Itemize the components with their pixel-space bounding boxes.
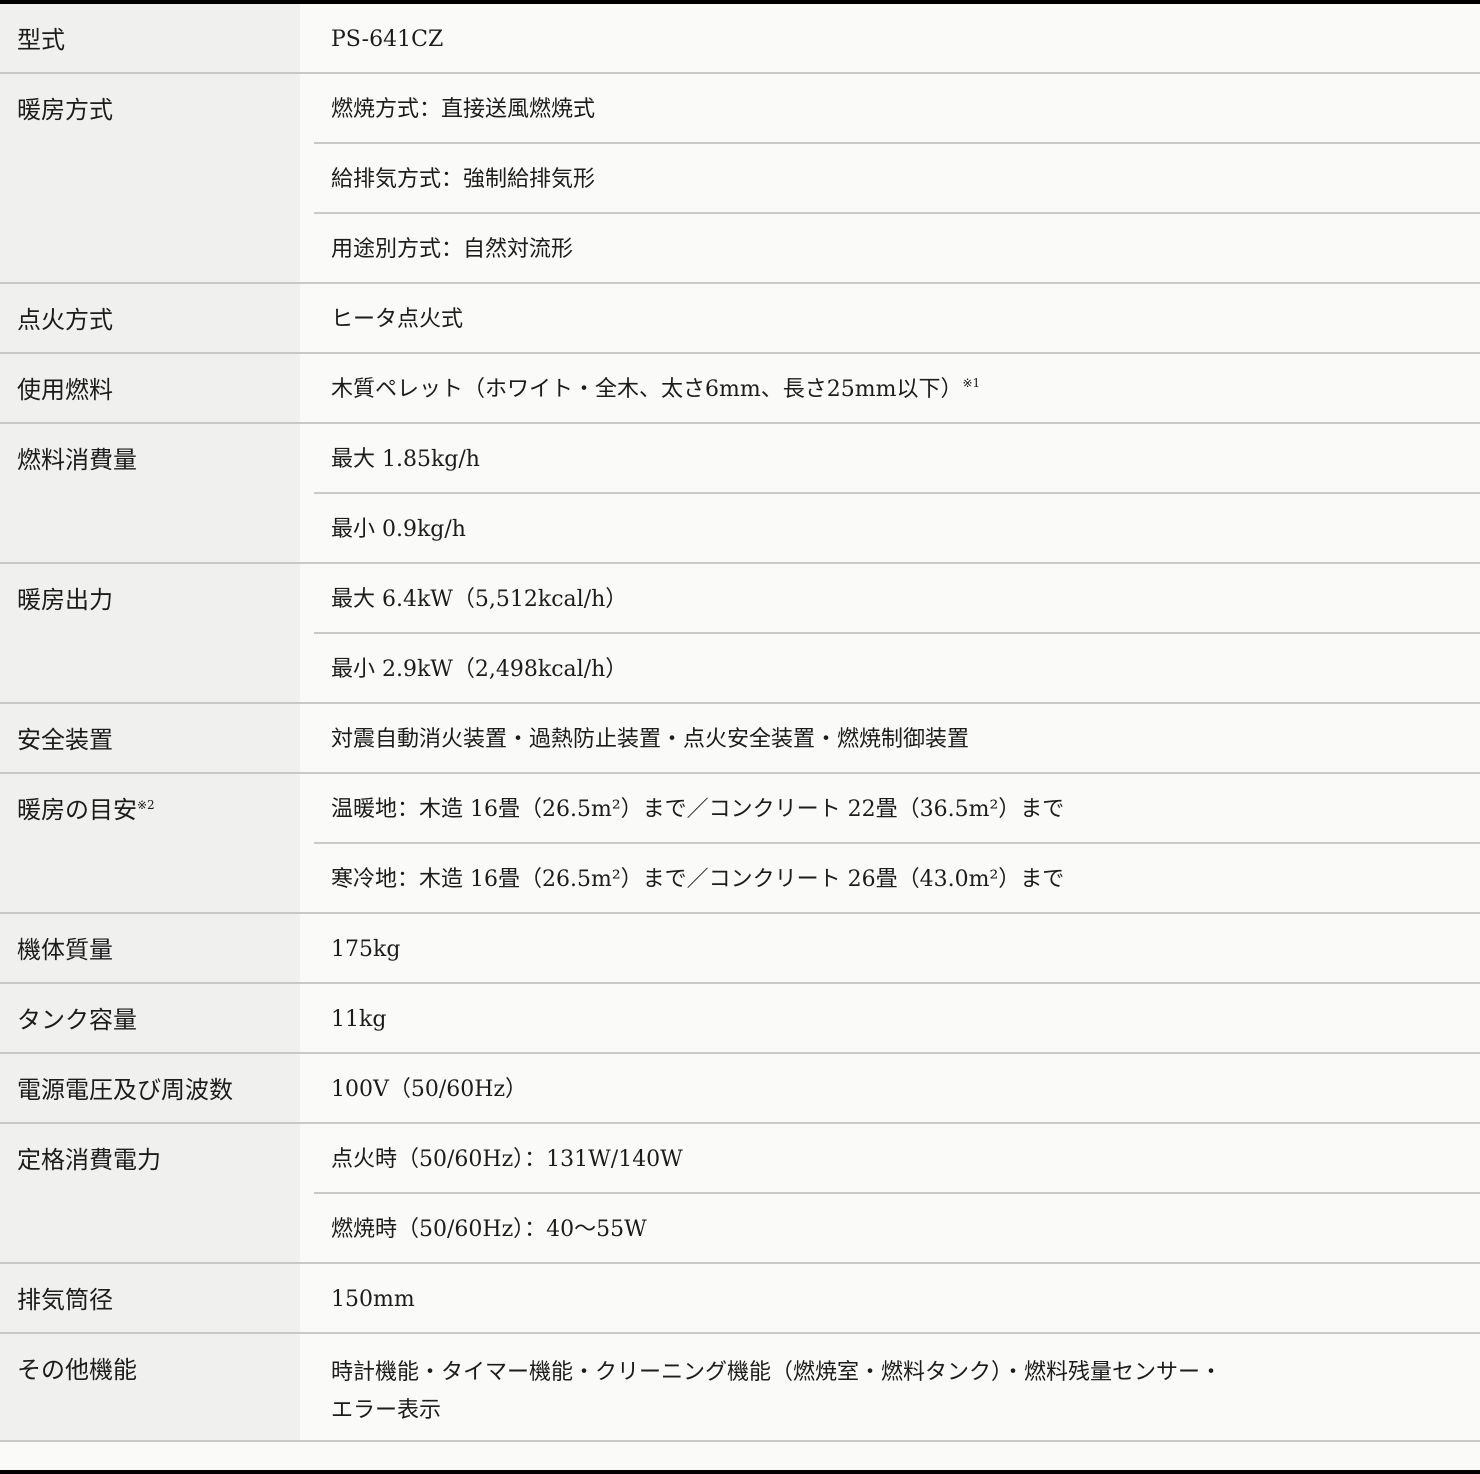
- spec-row-ignition: 点火方式 ヒータ点火式: [0, 283, 1480, 354]
- spec-label: 暖房の目安: [17, 796, 137, 824]
- spec-value-line: エラー表示: [331, 1398, 442, 1423]
- spec-row-heating-output: 暖房出力 最大 6.4kW（5,512kcal/h） 最小 2.9kW（2,49…: [0, 563, 1480, 704]
- spec-label: その他機能: [0, 1333, 300, 1442]
- spec-value: 寒冷地：木造 16畳（26.5m²）まで／コンクリート 26畳（43.0m²）ま…: [331, 867, 1065, 892]
- spec-value: 11kg: [331, 1007, 387, 1032]
- spec-value: 175kg: [331, 937, 401, 962]
- spec-value: 燃焼方式：直接送風燃焼式: [314, 74, 1480, 144]
- spec-row-model: 型式 PS-641CZ: [0, 4, 1480, 74]
- spec-value: 給排気方式：強制給排気形: [314, 144, 1480, 214]
- spec-value: 最小 2.9kW（2,498kcal/h）: [331, 657, 628, 682]
- spec-value: 木質ペレット（ホワイト・全木、太さ6mm、長さ25mm以下）: [331, 377, 963, 402]
- spec-value: 100V（50/60Hz）: [331, 1077, 528, 1102]
- spec-value: 点火時（50/60Hz）：131W/140W: [314, 1124, 1480, 1194]
- spec-row-safety: 安全装置 対震自動消火装置・過熱防止装置・点火安全装置・燃焼制御装置: [0, 703, 1480, 774]
- spec-value-wrap: 木質ペレット（ホワイト・全木、太さ6mm、長さ25mm以下）※1: [314, 354, 1480, 422]
- spec-row-heating-guide: 暖房の目安※2 温暖地：木造 16畳（26.5m²）まで／コンクリート 22畳（…: [0, 773, 1480, 914]
- spec-row-fuel: 使用燃料 木質ペレット（ホワイト・全木、太さ6mm、長さ25mm以下）※1: [0, 353, 1480, 424]
- spec-value: 150mm: [331, 1287, 415, 1312]
- spec-value: 温暖地：木造 16畳（26.5m²）まで／コンクリート 22畳（36.5m²）ま…: [314, 774, 1480, 844]
- spec-row-other-functions: その他機能 時計機能・タイマー機能・クリーニング機能（燃焼室・燃料タンク）・燃料…: [0, 1333, 1480, 1442]
- spec-value: PS-641CZ: [331, 27, 444, 52]
- spec-row-flue: 排気筒径 150mm: [0, 1263, 1480, 1334]
- spec-row-power-supply: 電源電圧及び周波数 100V（50/60Hz）: [0, 1053, 1480, 1124]
- spec-value: ヒータ点火式: [331, 307, 464, 332]
- spec-row-power-consumption: 定格消費電力 点火時（50/60Hz）：131W/140W 燃焼時（50/60H…: [0, 1123, 1480, 1264]
- spec-label: 電源電圧及び周波数: [0, 1053, 300, 1124]
- spec-row-weight: 機体質量 175kg: [0, 913, 1480, 984]
- spec-value: 対震自動消火装置・過熱防止装置・点火安全装置・燃焼制御装置: [331, 727, 970, 752]
- spec-label: タンク容量: [0, 983, 300, 1054]
- spec-label: 安全装置: [0, 703, 300, 774]
- spec-label-wrap: 暖房の目安※2: [0, 773, 300, 914]
- spec-label: 排気筒径: [0, 1263, 300, 1334]
- spec-value: 最大 6.4kW（5,512kcal/h）: [314, 564, 1480, 634]
- spec-row-heating-method: 暖房方式 燃焼方式：直接送風燃焼式 給排気方式：強制給排気形 用途別方式：自然対…: [0, 73, 1480, 284]
- spec-label: 使用燃料: [0, 353, 300, 424]
- spec-label: 機体質量: [0, 913, 300, 984]
- spec-value: 最小 0.9kg/h: [331, 517, 466, 542]
- spec-value: 最大 1.85kg/h: [314, 424, 1480, 494]
- spec-value: 用途別方式：自然対流形: [331, 237, 574, 262]
- spec-value: 燃焼時（50/60Hz）：40〜55W: [331, 1217, 647, 1242]
- spec-table-frame: 型式 PS-641CZ 暖房方式 燃焼方式：直接送風燃焼式 給排気方式：強制給排…: [0, 0, 1480, 1474]
- footnote-mark: ※2: [137, 798, 155, 812]
- spec-value-multiline: 時計機能・タイマー機能・クリーニング機能（燃焼室・燃料タンク）・燃料残量センサー…: [314, 1334, 1480, 1440]
- spec-row-tank: タンク容量 11kg: [0, 983, 1480, 1054]
- spec-label: 暖房出力: [0, 563, 300, 704]
- spec-label: 定格消費電力: [0, 1123, 300, 1264]
- spec-label: 点火方式: [0, 283, 300, 354]
- spec-label: 型式: [0, 4, 300, 74]
- spec-value-line: 時計機能・タイマー機能・クリーニング機能（燃焼室・燃料タンク）・燃料残量センサー…: [331, 1360, 1223, 1385]
- spec-table: 型式 PS-641CZ 暖房方式 燃焼方式：直接送風燃焼式 給排気方式：強制給排…: [0, 4, 1480, 1442]
- footnote-mark: ※1: [962, 376, 981, 390]
- spec-row-fuel-consumption: 燃料消費量 最大 1.85kg/h 最小 0.9kg/h: [0, 423, 1480, 564]
- spec-label: 燃料消費量: [0, 423, 300, 564]
- spec-label: 暖房方式: [0, 73, 300, 284]
